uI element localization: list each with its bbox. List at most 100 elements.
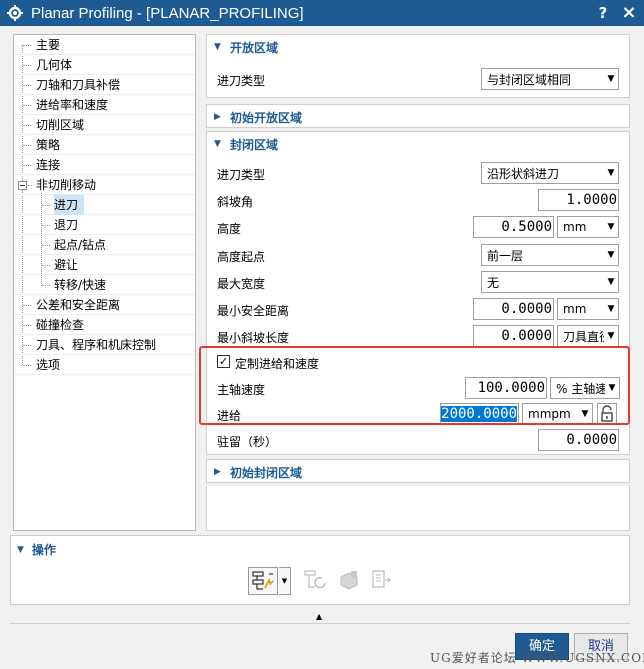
dropdown-arrow-icon: ▼: [607, 331, 615, 341]
tree-item-label: 进给率和速度: [36, 98, 109, 112]
field-label: 高度: [217, 222, 242, 236]
field-label: 进刀类型: [217, 74, 266, 88]
chevron-down-icon: ▼: [214, 139, 221, 149]
max-width-row: 最大宽度 无 ▼: [207, 269, 629, 295]
tree-item-tool-program-machine[interactable]: 刀具、程序和机床控制: [14, 335, 195, 355]
field-label: 最大宽度: [217, 277, 266, 291]
tree-item-label: 非切削移动: [36, 178, 97, 192]
section-title: 开放区域: [230, 40, 279, 55]
min-clearance-input[interactable]: 0.0000: [473, 298, 554, 320]
divider: [10, 623, 630, 624]
tree-item-label: 公差和安全距离: [36, 298, 121, 312]
tree-item-non-cutting-moves[interactable]: 非切削移动: [14, 175, 195, 195]
tree-item-label: 刀具、程序和机床控制: [36, 338, 157, 352]
tree-item-connections[interactable]: 连接: [14, 155, 195, 175]
tree-item-start-drill-points[interactable]: 起点/钻点: [14, 235, 195, 255]
gear-icon: [7, 5, 23, 21]
initial-open-area-section: ▶ 初始开放区域: [206, 104, 630, 128]
height-input[interactable]: 0.5000: [473, 216, 554, 238]
min-ramp-length-input[interactable]: 0.0000: [473, 325, 554, 347]
collapse-icon[interactable]: [18, 181, 27, 190]
dropdown-arrow-icon: ▼: [607, 304, 615, 314]
tree-item-label: 选项: [36, 358, 61, 372]
section-title: 操作: [31, 543, 56, 557]
tree-item-geometry[interactable]: 几何体: [14, 55, 195, 75]
section-title: 初始封闭区域: [230, 465, 303, 480]
open-entry-type-select[interactable]: 与封闭区域相同 ▼: [481, 68, 619, 90]
replay-button[interactable]: [301, 567, 331, 595]
generate-icon: [252, 571, 274, 590]
tree-item-options[interactable]: 选项: [14, 355, 195, 375]
chevron-down-icon: ▼: [17, 544, 24, 555]
open-area-section: ▼ 开放区域 进刀类型 与封闭区域相同 ▼: [206, 34, 630, 98]
initial-closed-area-header[interactable]: ▶ 初始封闭区域: [207, 460, 629, 484]
open-entry-type-row: 进刀类型 与封闭区域相同 ▼: [207, 66, 629, 92]
closed-entry-type-select[interactable]: 沿形状斜进刀 ▼: [481, 162, 619, 184]
tree-item-collision-check[interactable]: 碰撞检查: [14, 315, 195, 335]
highlight-box: [199, 346, 630, 425]
list-button[interactable]: [367, 567, 397, 595]
dropdown-arrow-icon: ▼: [607, 250, 615, 260]
height-unit-select[interactable]: mm ▼: [557, 216, 619, 238]
chevron-right-icon: ▶: [214, 467, 221, 477]
min-ramp-length-unit-select[interactable]: 刀具直径▼: [557, 325, 619, 347]
dropdown-arrow-icon: ▼: [607, 168, 615, 178]
min-clearance-row: 最小安全距离 0.0000 mm ▼: [207, 296, 629, 322]
help-button[interactable]: ?: [593, 3, 613, 23]
height-from-select[interactable]: 前一层 ▼: [481, 244, 619, 266]
tree-item-label: 转移/快速: [54, 278, 107, 292]
tree-item-label: 进刀: [54, 195, 85, 215]
initial-open-area-header[interactable]: ▶ 初始开放区域: [207, 105, 629, 129]
tree-item-avoidance[interactable]: 避让: [14, 255, 195, 275]
replay-icon: [304, 570, 326, 589]
dwell-input[interactable]: 0.0000: [538, 429, 619, 451]
tree-item-label: 主要: [36, 38, 61, 52]
ramp-angle-row: 斜坡角 1.0000: [207, 187, 629, 213]
tree-item-feeds-speeds[interactable]: 进给率和速度: [14, 95, 195, 115]
ramp-angle-input[interactable]: 1.0000: [538, 189, 619, 211]
verify-button[interactable]: [335, 567, 365, 595]
tree-item-label: 碰撞检查: [36, 318, 85, 332]
section-title: 初始开放区域: [230, 110, 303, 125]
tree-item-label: 起点/钻点: [54, 238, 107, 252]
open-area-header[interactable]: ▼ 开放区域: [207, 35, 629, 59]
dropdown-arrow-icon: ▼: [607, 74, 615, 84]
tree-item-tolerances[interactable]: 公差和安全距离: [14, 295, 195, 315]
verify-icon: [340, 571, 358, 590]
tree-item-main[interactable]: 主要: [14, 35, 195, 55]
entry-type-row: 进刀类型 沿形状斜进刀 ▼: [207, 160, 629, 186]
tree-item-transfer-rapid[interactable]: 转移/快速: [14, 275, 195, 295]
tree-item-label: 退刀: [54, 218, 79, 232]
chevron-down-icon: ▼: [214, 42, 221, 52]
settings-panel: ▼ 开放区域 进刀类型 与封闭区域相同 ▼ ▶ 初始开放区域 ▼ 封闭区域 进刀类型 沿…: [206, 34, 630, 531]
tree-item-label: 刀轴和刀具补偿: [36, 78, 121, 92]
closed-area-header[interactable]: ▼ 封闭区域: [207, 132, 629, 156]
field-label: 斜坡角: [217, 195, 254, 209]
field-label: 最小安全距离: [217, 304, 290, 318]
tree-item-cut-region[interactable]: 切削区域: [14, 115, 195, 135]
operations-section: ▼ 操作 ▼: [10, 535, 630, 605]
tree-item-tool-axis[interactable]: 刀轴和刀具补偿: [14, 75, 195, 95]
close-button[interactable]: ×: [619, 3, 639, 23]
tree-item-engage[interactable]: 进刀: [14, 195, 195, 215]
tree-item-strategy[interactable]: 策略: [14, 135, 195, 155]
max-width-select[interactable]: 无 ▼: [481, 271, 619, 293]
list-icon: [372, 570, 392, 588]
tree-item-label: 策略: [36, 138, 61, 152]
field-label: 高度起点: [217, 250, 266, 264]
tree-item-retract[interactable]: 退刀: [14, 215, 195, 235]
navigation-tree: 主要 几何体 刀轴和刀具补偿 进给率和速度 切削区域 策略 连接 非切削移动 进…: [13, 34, 196, 531]
min-clearance-unit-select[interactable]: mm ▼: [557, 298, 619, 320]
generate-dropdown-arrow[interactable]: ▼: [279, 567, 291, 595]
dropdown-arrow-icon: ▼: [607, 222, 615, 232]
watermark: UG爱好者论坛 WWW.UGSNX.COM: [430, 651, 644, 665]
section-title: 封闭区域: [230, 137, 279, 152]
field-label: 最小斜坡长度: [217, 331, 290, 345]
tree-item-label: 几何体: [36, 58, 73, 72]
field-label: 驻留（秒）: [217, 435, 278, 449]
window-title: Planar Profiling - [PLANAR_PROFILING]: [31, 4, 304, 22]
operations-header[interactable]: ▼ 操作: [17, 541, 56, 558]
collapse-handle-icon[interactable]: ▲: [316, 612, 322, 621]
panel-filler: [206, 486, 630, 531]
generate-button[interactable]: [248, 567, 278, 595]
